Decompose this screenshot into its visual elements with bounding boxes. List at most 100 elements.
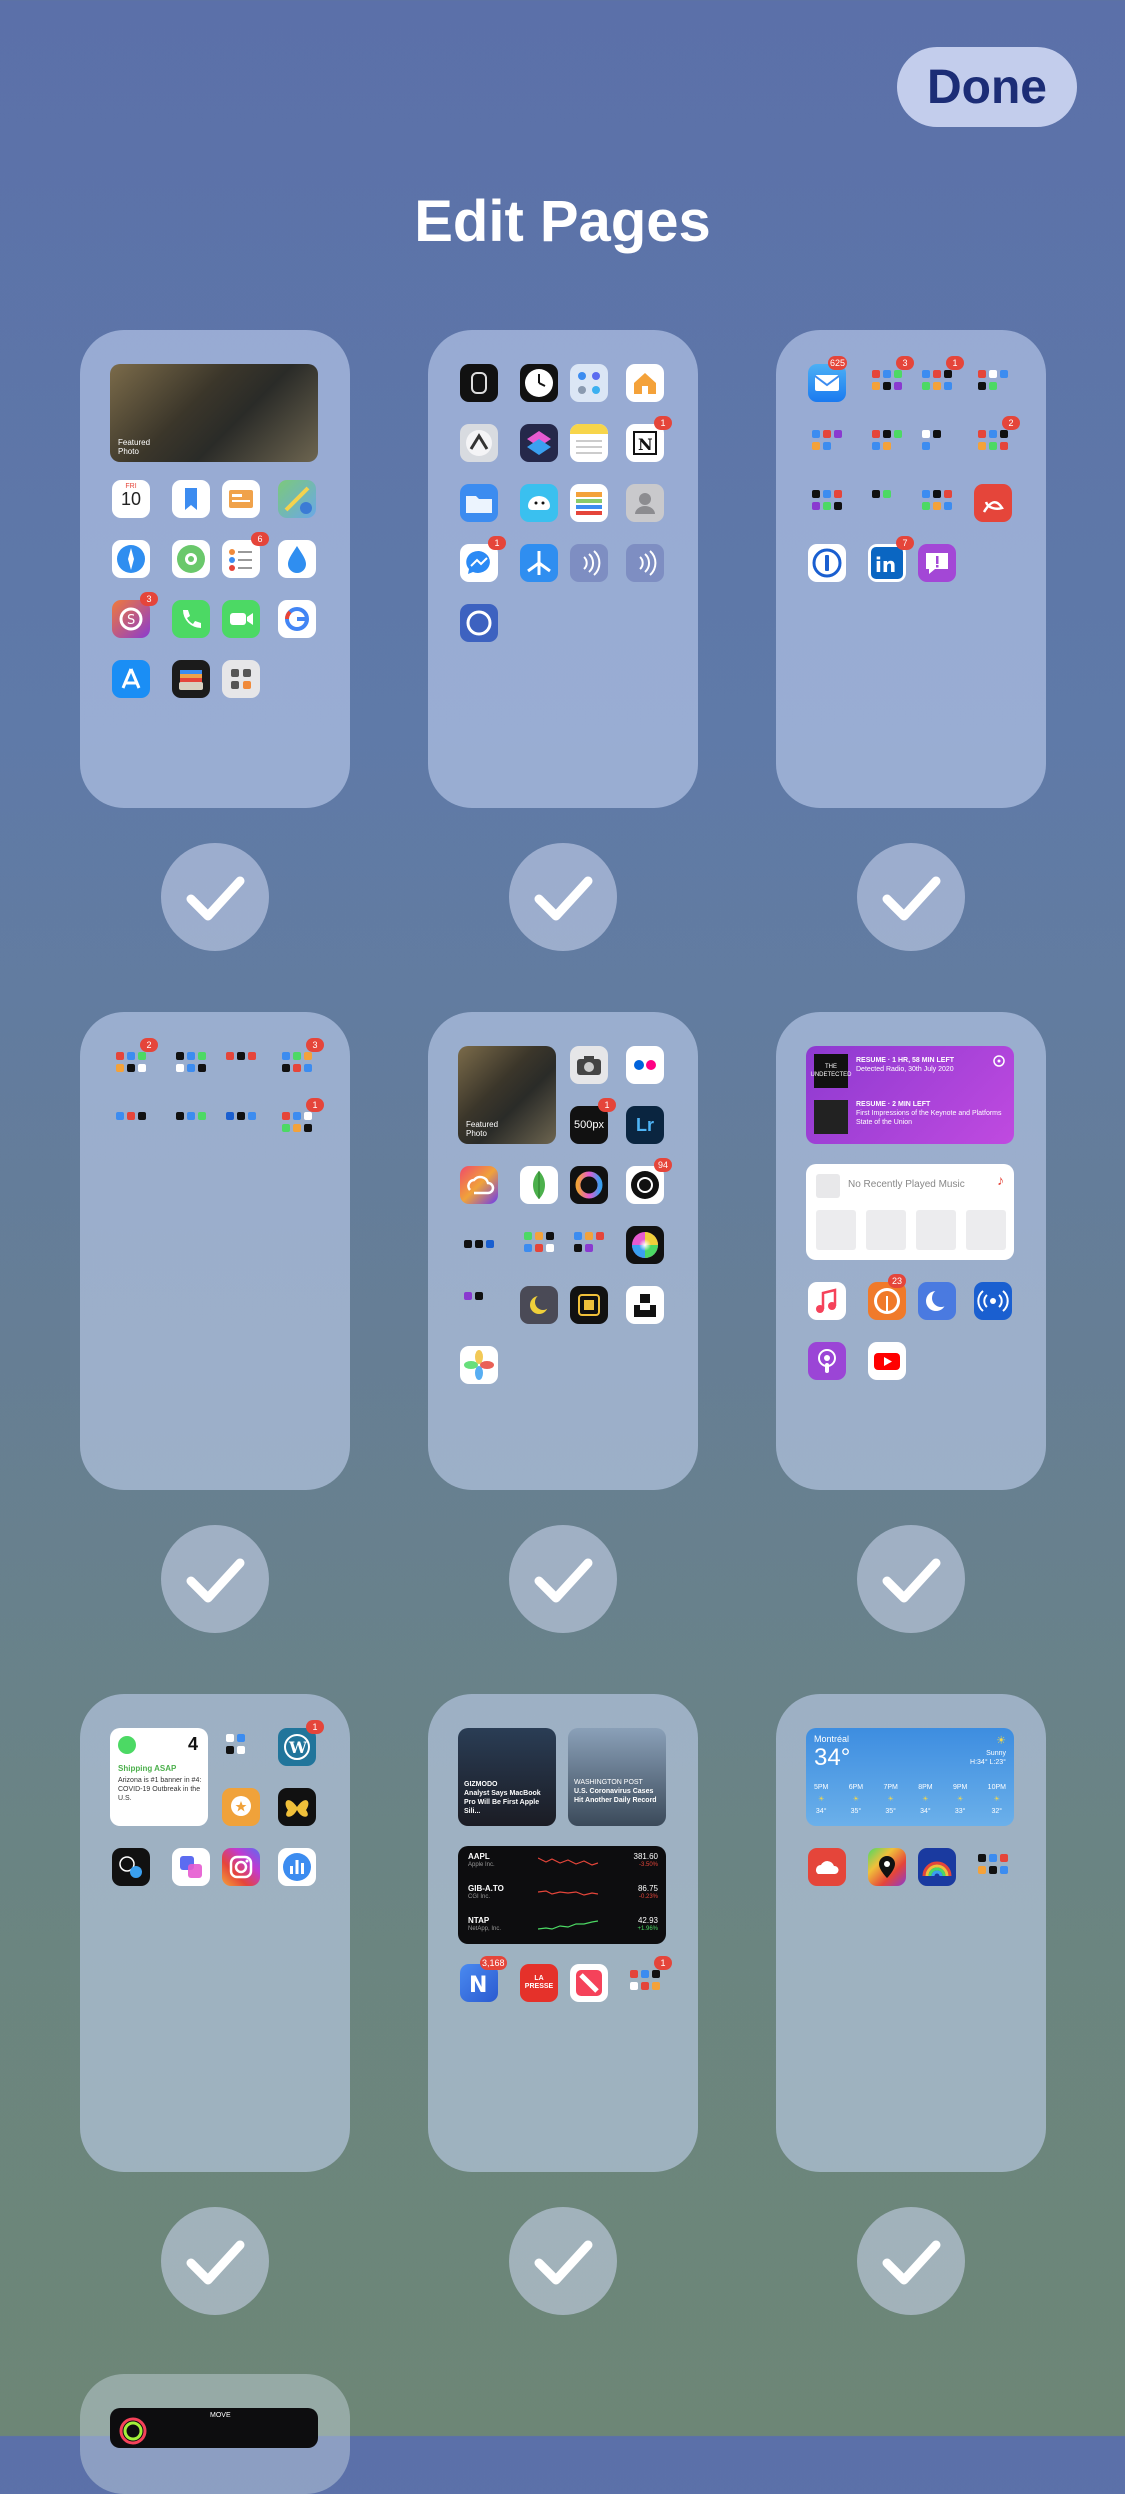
news-widget-1: GIZMODO Analyst Says MacBook Pro Will Be… bbox=[458, 1728, 556, 1826]
night-sky-icon bbox=[520, 1286, 558, 1324]
notification-badge: 1 bbox=[598, 1098, 616, 1112]
nfc-icon bbox=[570, 544, 608, 582]
chat-icon bbox=[222, 1788, 260, 1826]
files-icon bbox=[460, 484, 498, 522]
podcast-artwork-2 bbox=[814, 1100, 848, 1134]
page-9-checkmark[interactable] bbox=[857, 2207, 965, 2315]
notification-badge: 3,168 bbox=[480, 1956, 507, 1970]
page-3-checkmark[interactable] bbox=[857, 843, 965, 951]
page-title: Edit Pages bbox=[414, 189, 711, 254]
nfc-tools-icon bbox=[626, 544, 664, 582]
vsco-icon bbox=[570, 1286, 608, 1324]
app-folder-icon bbox=[918, 484, 956, 522]
reminders-widget: 4 Shipping ASAP Arizona is #1 banner in … bbox=[110, 1728, 208, 1826]
color-wheel-icon bbox=[626, 1226, 664, 1264]
app-folder-icon bbox=[520, 1226, 558, 1264]
calendar-icon: FRI 10 bbox=[112, 480, 150, 518]
photo-widget: Featured Photo bbox=[110, 364, 318, 462]
shortcuts-icon bbox=[520, 424, 558, 462]
music-icon bbox=[808, 1282, 846, 1320]
page-5-checkmark[interactable] bbox=[509, 1525, 617, 1633]
photos-icon bbox=[460, 1346, 498, 1384]
page-thumbnail-2[interactable]: N 1 1 bbox=[428, 330, 698, 808]
app-folder-icon bbox=[918, 424, 956, 462]
activity-rings-icon bbox=[119, 2417, 147, 2445]
testflight-icon bbox=[520, 544, 558, 582]
maps-icon bbox=[278, 480, 316, 518]
notification-badge: 1 bbox=[306, 1098, 324, 1112]
sleep-moon-icon bbox=[918, 1282, 956, 1320]
analytics-icon bbox=[278, 1848, 316, 1886]
page-7-checkmark[interactable] bbox=[161, 2207, 269, 2315]
svg-text:in: in bbox=[875, 553, 896, 577]
tes-butterfly-icon bbox=[278, 1788, 316, 1826]
page-thumbnail-10[interactable]: MOVE bbox=[80, 2374, 350, 2494]
page-4-checkmark[interactable] bbox=[161, 1525, 269, 1633]
camera-icon bbox=[570, 1046, 608, 1084]
music-widget: No Recently Played Music ♪ bbox=[806, 1164, 1014, 1260]
stock-row: GIB-A.TO CGI Inc. 86.75 -0.23% bbox=[468, 1884, 658, 1900]
reminders-icon bbox=[222, 540, 260, 578]
page-thumbnail-1[interactable]: Featured Photo FRI 10 6 S 3 bbox=[80, 330, 350, 808]
page-thumbnail-5[interactable]: Featured Photo 500px 1 Lr 94 bbox=[428, 1012, 698, 1490]
podcasts-logo-icon bbox=[993, 1055, 1005, 1067]
stock-row: NTAP NetApp, Inc. 42.93 +1.96% bbox=[468, 1916, 658, 1932]
notification-badge: 6 bbox=[251, 532, 269, 546]
svg-text:N: N bbox=[638, 435, 653, 454]
page-thumbnail-3[interactable]: 625 3 1 2 in 7 bbox=[776, 330, 1046, 808]
notification-badge: 94 bbox=[654, 1158, 672, 1172]
notification-badge: 23 bbox=[888, 1274, 906, 1288]
app-store-icon bbox=[112, 660, 150, 698]
phone-icon bbox=[172, 600, 210, 638]
notification-badge: 2 bbox=[140, 1038, 158, 1052]
snapseed-icon bbox=[520, 1166, 558, 1204]
spreadsheet-icon bbox=[570, 484, 608, 522]
app-folder-icon bbox=[808, 484, 846, 522]
page-thumbnail-8[interactable]: GIZMODO Analyst Says MacBook Pro Will Be… bbox=[428, 1694, 698, 2172]
hourly-forecast: 5PM ☀ 34° 6PM ☀ 35° 7PM ☀ 35° 8PM ☀ 34° 9PM ☀ 33° … bbox=[814, 1784, 1006, 1815]
lightroom-icon: Lr bbox=[626, 1106, 664, 1144]
safari-icon bbox=[112, 540, 150, 578]
page-thumbnail-4[interactable]: 2 3 1 bbox=[80, 1012, 350, 1490]
facetime-icon bbox=[222, 600, 260, 638]
accessibility-folder-icon bbox=[112, 1848, 150, 1886]
clock-icon bbox=[520, 364, 558, 402]
ring-app-icon bbox=[460, 604, 498, 642]
page-2-checkmark[interactable] bbox=[509, 843, 617, 951]
feedback-icon bbox=[918, 544, 956, 582]
page-thumbnail-6[interactable]: THE UNDETECTED RESUME · 1 HR, 58 MIN LEF… bbox=[776, 1012, 1046, 1490]
page-1-checkmark[interactable] bbox=[161, 843, 269, 951]
done-button[interactable]: Done bbox=[897, 47, 1077, 127]
notification-badge: 2 bbox=[1002, 416, 1020, 430]
youtube-icon bbox=[868, 1342, 906, 1380]
notification-badge: 1 bbox=[488, 536, 506, 550]
app-folder-icon bbox=[570, 1226, 608, 1264]
app-folder-icon bbox=[868, 424, 906, 462]
find-my-icon bbox=[172, 540, 210, 578]
notification-badge: 1 bbox=[654, 416, 672, 430]
altimeter-icon bbox=[460, 424, 498, 462]
clips-icon bbox=[172, 1848, 210, 1886]
app-folder-icon bbox=[460, 1226, 498, 1264]
watch-icon bbox=[460, 364, 498, 402]
page-thumbnail-9[interactable]: Montréal 34° ☀ Sunny H:34° L:23° 5PM ☀ 34°… bbox=[776, 1694, 1046, 2172]
podcasts-widget: THE UNDETECTED RESUME · 1 HR, 58 MIN LEF… bbox=[806, 1046, 1014, 1144]
page-6-checkmark[interactable] bbox=[857, 1525, 965, 1633]
page-8-checkmark[interactable] bbox=[509, 2207, 617, 2315]
app-folder-icon bbox=[974, 1848, 1012, 1886]
app-folder-icon bbox=[222, 1728, 260, 1766]
news-reader-icon bbox=[222, 480, 260, 518]
notification-badge: 3 bbox=[896, 356, 914, 370]
page-thumbnail-7[interactable]: 4 Shipping ASAP Arizona is #1 banner in … bbox=[80, 1694, 350, 2172]
unsplash-icon bbox=[626, 1286, 664, 1324]
flickr-icon bbox=[626, 1046, 664, 1084]
notes-icon bbox=[570, 424, 608, 462]
notification-badge: 1 bbox=[654, 1956, 672, 1970]
water-drop-icon bbox=[278, 540, 316, 578]
weather-widget: Montréal 34° ☀ Sunny H:34° L:23° 5PM ☀ 34°… bbox=[806, 1728, 1014, 1826]
svg-text:N: N bbox=[469, 1973, 487, 1998]
bookmarks-icon bbox=[172, 480, 210, 518]
onepassword-icon bbox=[808, 544, 846, 582]
home-icon bbox=[626, 364, 664, 402]
app-folder-icon bbox=[808, 424, 846, 462]
